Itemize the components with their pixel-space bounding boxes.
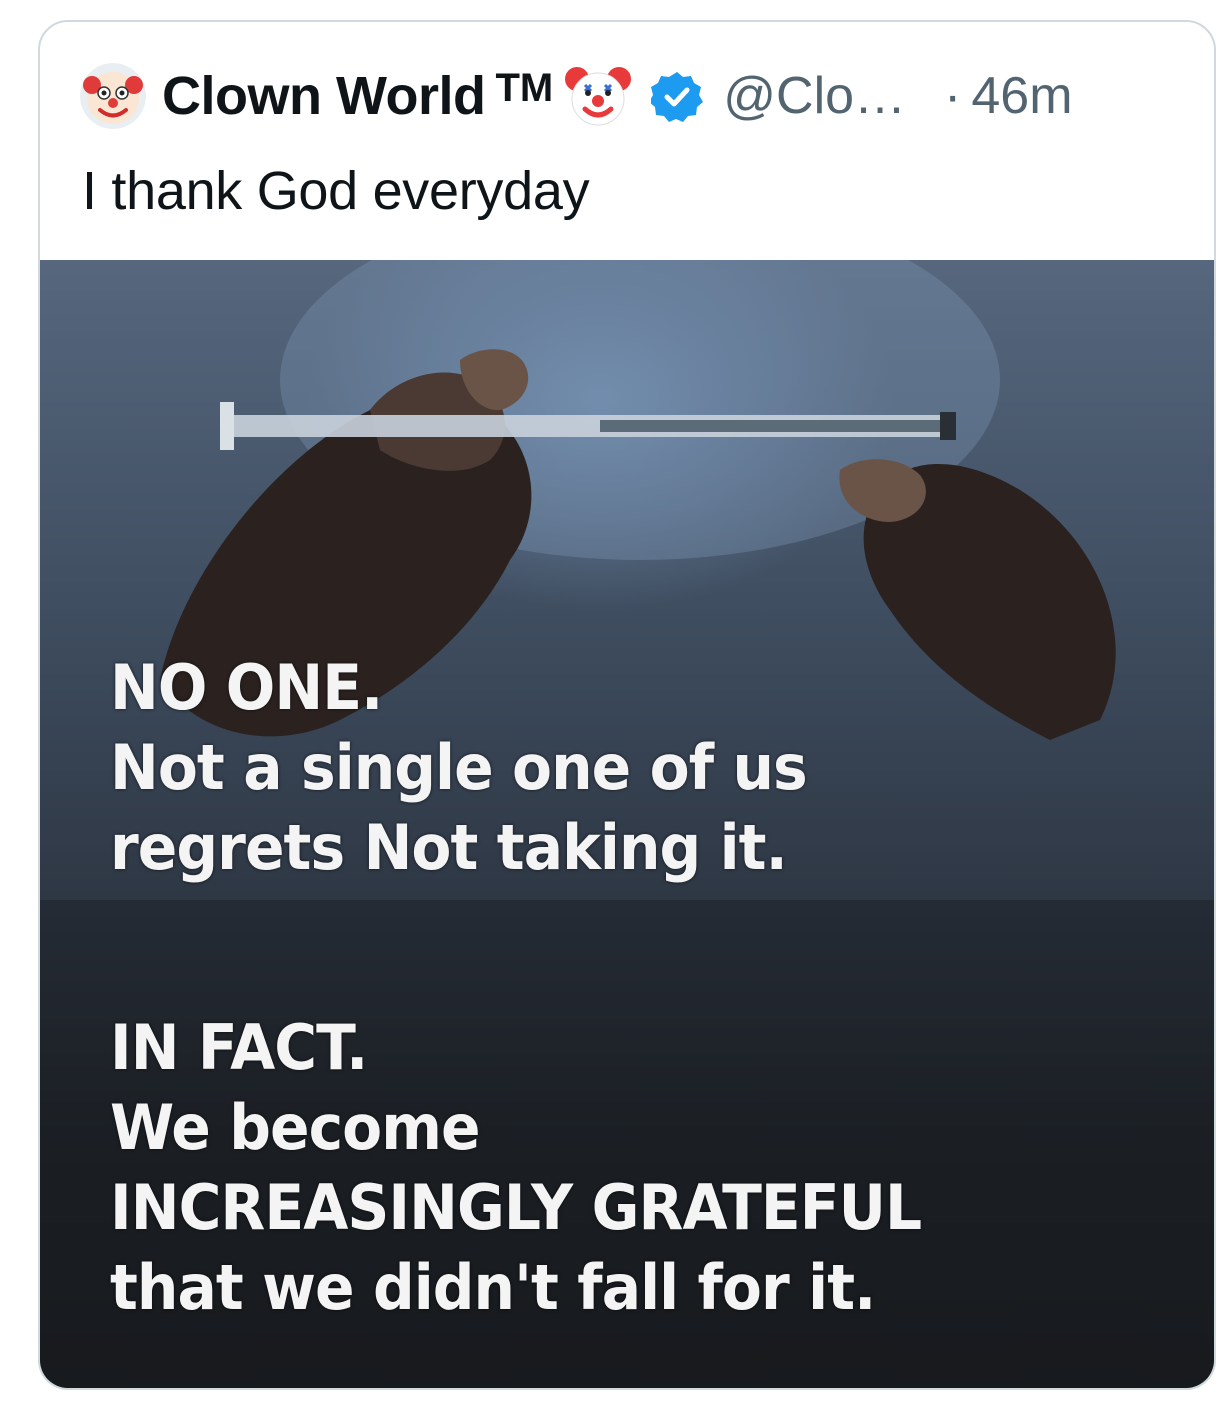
tweet-card[interactable]: Clown World TM @Clo… · 46m I thank God e…: [38, 20, 1216, 1390]
caption-line: NO ONE.: [110, 651, 383, 724]
caption-line: INCREASINGLY GRATEFUL: [110, 1171, 922, 1244]
image-caption-top: NO ONE. Not a single one of us regrets N…: [110, 648, 808, 888]
tweet-text: I thank God everyday: [82, 161, 590, 221]
separator-dot: ·: [944, 67, 962, 125]
image-caption-bottom: IN FACT. We become INCREASINGLY GRATEFUL…: [110, 1008, 922, 1328]
caption-line: IN FACT.: [110, 1011, 368, 1084]
caption-line: Not a single one of us: [110, 731, 808, 804]
tweet-header: Clown World TM @Clo… · 46m: [80, 63, 1073, 129]
tweet-image[interactable]: NO ONE. Not a single one of us regrets N…: [40, 260, 1214, 1388]
author-handle[interactable]: @Clo…: [723, 66, 906, 126]
caption-line: that we didn't fall for it.: [110, 1251, 876, 1324]
verified-badge-icon[interactable]: [651, 70, 704, 122]
author-name[interactable]: Clown World: [162, 65, 486, 127]
author-avatar[interactable]: [80, 63, 146, 129]
tweet-timestamp[interactable]: 46m: [971, 66, 1072, 126]
clown-face-icon: [565, 67, 632, 126]
caption-line: regrets Not taking it.: [110, 811, 788, 884]
caption-line: We become: [110, 1091, 481, 1164]
trademark-symbol: TM: [495, 65, 554, 110]
clown-face-icon: [80, 63, 146, 129]
